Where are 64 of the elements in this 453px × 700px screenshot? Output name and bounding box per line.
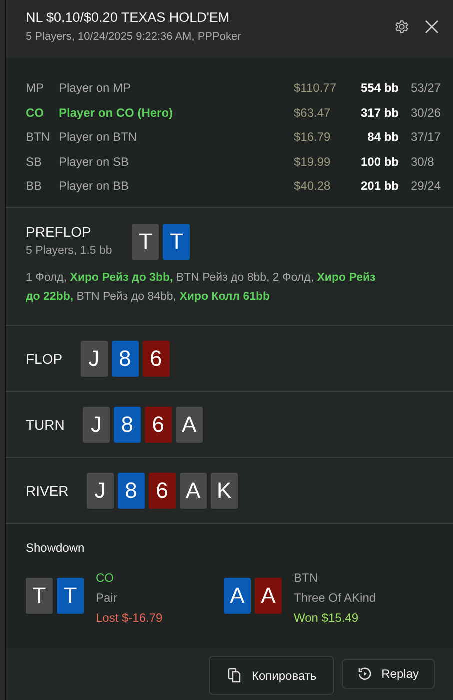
position-label: SB — [26, 154, 44, 169]
playing-card: A — [176, 406, 203, 442]
player-name: Player on SB — [59, 154, 130, 169]
stack-amount: $110.77 — [294, 81, 338, 96]
player-name: Player on BTN — [59, 130, 138, 144]
playing-card: 8 — [112, 340, 139, 376]
playing-card: T — [57, 578, 84, 614]
position-label: MP — [26, 81, 45, 96]
player-stats: 29/24 — [411, 179, 442, 194]
player-name: Player on CO (Hero) — [59, 106, 174, 120]
playing-card: J — [82, 406, 110, 442]
playing-card: K — [210, 472, 238, 508]
street-name: PREFLOP — [26, 224, 92, 240]
hand-rank: Pair — [96, 590, 118, 607]
playing-card: 8 — [118, 472, 145, 508]
stack-amount: $19.99 — [294, 154, 332, 169]
position-label: BTN — [294, 570, 319, 587]
position-label: CO — [26, 106, 45, 120]
player-stats: 37/17 — [411, 130, 442, 144]
playing-card: T — [26, 578, 53, 614]
player-name: Player on MP — [59, 81, 132, 96]
player-name: Player on BB — [59, 179, 130, 194]
replay-icon — [358, 667, 372, 681]
stack-bb: 317 bb — [360, 106, 399, 120]
street-name: TURN — [26, 416, 65, 432]
settings-icon[interactable] — [395, 20, 409, 34]
playing-card: A — [224, 578, 251, 614]
stack-amount: $40.28 — [294, 179, 332, 194]
copy-icon — [228, 668, 242, 683]
playing-card: 6 — [148, 472, 176, 508]
playing-card: 8 — [114, 406, 141, 442]
player-stats: 53/27 — [411, 81, 442, 96]
showdown-title: Showdown — [26, 541, 86, 555]
stack-bb: 201 bb — [360, 179, 399, 194]
position-label: BB — [26, 179, 44, 194]
playing-card: 6 — [142, 340, 170, 376]
position-label: CO — [96, 570, 115, 587]
street-name: FLOP — [26, 350, 63, 366]
playing-card: 6 — [144, 406, 172, 442]
stack-bb: 100 bb — [360, 154, 399, 169]
action-summary: 1 Фолд, Хиро Рейз до 3bb, BTN Рейз до 8bb, 2 Фолд, Хиро Рейз до 22bb, BTN Рейз до 84bb, Хиро Колл 61bb — [26, 271, 376, 305]
close-icon[interactable] — [425, 20, 439, 34]
playing-card: A — [255, 578, 282, 614]
window-title: NL $0.10/$0.20 TEXAS HOLD'EM — [26, 10, 231, 25]
stack-bb: 554 bb — [360, 81, 399, 96]
stack-bb: 84 bb — [366, 130, 399, 144]
street-info: 5 Players, 1.5 bb — [26, 245, 112, 257]
playing-card: T — [132, 224, 160, 260]
playing-card: J — [86, 472, 114, 508]
hand-rank: Three Of AKind — [294, 590, 376, 607]
copy-button[interactable]: Копировать — [209, 656, 334, 695]
hand-info: 5 Players, 10/24/2025 9:22:36 AM, PPPoker — [26, 31, 242, 43]
result-amount: Lost $-16.79 — [96, 610, 163, 627]
stack-amount: $16.79 — [294, 130, 332, 144]
playing-card: T — [163, 224, 190, 260]
player-stats: 30/26 — [411, 106, 442, 120]
replay-button[interactable]: Replay — [342, 659, 435, 689]
player-stats: 30/8 — [411, 154, 434, 169]
street-name: RIVER — [26, 482, 69, 498]
playing-card: J — [80, 340, 108, 376]
result-amount: Won $15.49 — [294, 610, 360, 627]
stack-amount: $63.47 — [294, 106, 332, 120]
position-label: BTN — [26, 130, 51, 144]
playing-card: A — [180, 472, 207, 508]
